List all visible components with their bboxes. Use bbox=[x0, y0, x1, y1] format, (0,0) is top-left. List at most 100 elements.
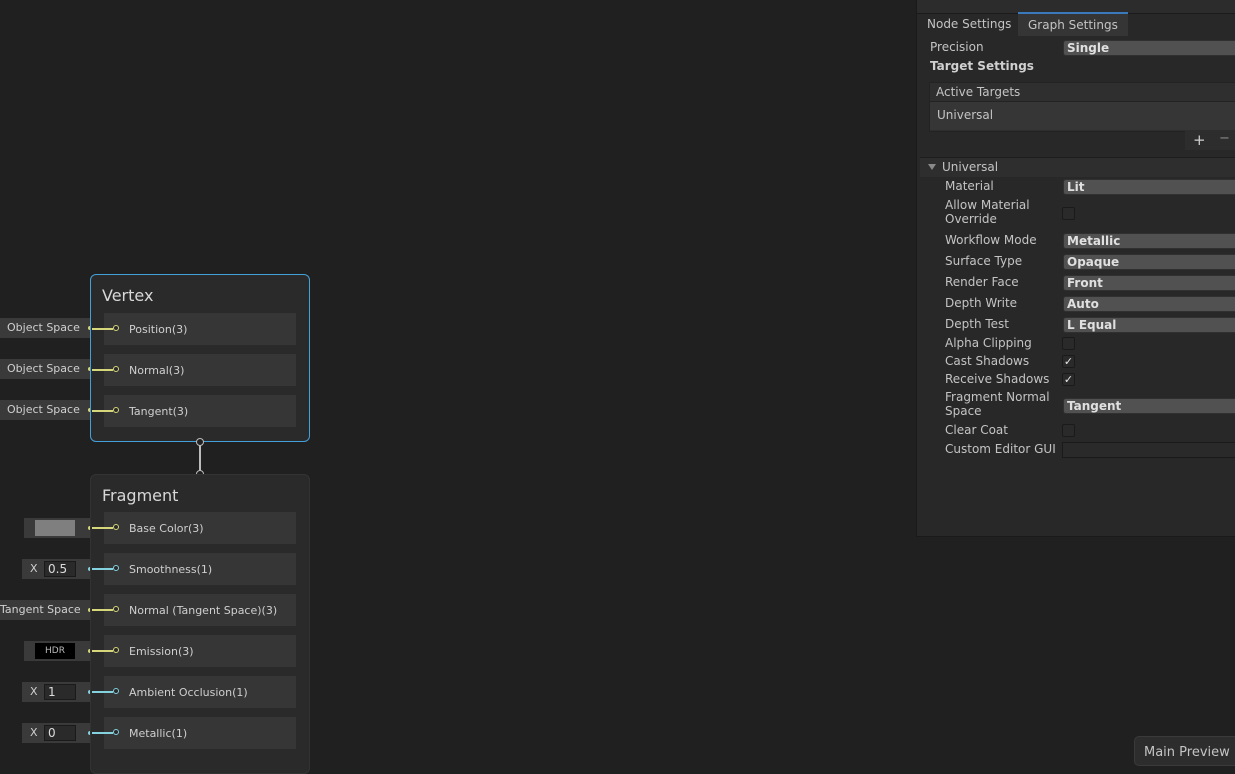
cast-shadows-label: Cast Shadows bbox=[945, 354, 1030, 368]
cast-shadows-checkbox[interactable]: ✓ bbox=[1062, 355, 1075, 368]
metallic-field[interactable]: 0 bbox=[44, 725, 76, 741]
foldout-label: Universal bbox=[942, 160, 999, 174]
emission-hdr-swatch[interactable]: HDR bbox=[35, 643, 75, 659]
emission-input[interactable]: HDR bbox=[24, 641, 98, 661]
vertex-position-input[interactable]: Object Space bbox=[0, 318, 98, 338]
universal-foldout[interactable]: Universal bbox=[920, 157, 1235, 177]
vertex-normal-input[interactable]: Object Space bbox=[0, 359, 98, 379]
vertex-node[interactable]: Vertex Position(3) Normal(3) Tangent(3) bbox=[90, 274, 310, 442]
check-icon: ✓ bbox=[1063, 373, 1074, 386]
fragment-normal-label: Fragment Normal bbox=[945, 390, 1050, 404]
port-label: Normal (Tangent Space)(3) bbox=[129, 604, 278, 617]
port-ambient-occlusion[interactable]: Ambient Occlusion(1) bbox=[92, 676, 296, 708]
add-button[interactable]: + bbox=[1193, 131, 1206, 149]
port-normal[interactable]: Normal(3) bbox=[92, 354, 296, 386]
base-color-swatch[interactable] bbox=[35, 520, 75, 536]
normal-space-input[interactable]: Tangent Space bbox=[0, 600, 98, 620]
tab-graph-settings[interactable]: Graph Settings bbox=[1018, 12, 1128, 36]
chip-label: Object Space bbox=[7, 403, 80, 416]
remove-button[interactable]: − bbox=[1219, 131, 1230, 146]
metallic-input[interactable]: X 0 bbox=[22, 723, 98, 743]
precision-dropdown[interactable]: Single bbox=[1063, 40, 1235, 56]
dropdown-value: Front bbox=[1067, 276, 1103, 290]
dropdown-value: Metallic bbox=[1067, 234, 1121, 248]
receive-shadows-checkbox[interactable]: ✓ bbox=[1062, 373, 1075, 386]
list-item[interactable]: Universal bbox=[930, 102, 1235, 130]
base-color-input[interactable] bbox=[24, 518, 98, 538]
allow-override-checkbox[interactable] bbox=[1062, 207, 1075, 220]
main-preview-tab[interactable]: Main Preview bbox=[1134, 736, 1235, 766]
port-label: Position(3) bbox=[129, 323, 188, 336]
surface-type-dropdown[interactable]: Opaque bbox=[1063, 254, 1235, 270]
axis-label: X bbox=[30, 726, 38, 739]
active-targets-list: Active Targets Universal bbox=[929, 82, 1235, 132]
graph-inspector: Node Settings Graph Settings Precision S… bbox=[916, 0, 1235, 537]
tab-node-settings[interactable]: Node Settings bbox=[917, 13, 1021, 35]
render-face-dropdown[interactable]: Front bbox=[1063, 275, 1235, 291]
port-connector[interactable] bbox=[113, 325, 119, 331]
port-tangent[interactable]: Tangent(3) bbox=[92, 395, 296, 427]
vertex-tangent-input[interactable]: Object Space bbox=[0, 400, 98, 420]
ambient-occlusion-input[interactable]: X 1 bbox=[22, 682, 98, 702]
dropdown-value: Lit bbox=[1067, 180, 1085, 194]
port-label: Base Color(3) bbox=[129, 522, 204, 535]
alpha-clipping-checkbox[interactable] bbox=[1062, 337, 1075, 350]
chip-label: Object Space bbox=[7, 362, 80, 375]
chip-label: Tangent Space bbox=[0, 603, 81, 616]
dropdown-value: Single bbox=[1067, 41, 1110, 55]
clear-coat-checkbox[interactable] bbox=[1062, 424, 1075, 437]
render-face-label: Render Face bbox=[945, 275, 1019, 289]
port-normal-tangent[interactable]: Normal (Tangent Space)(3) bbox=[92, 594, 296, 626]
clear-coat-label: Clear Coat bbox=[945, 423, 1008, 437]
list-item-label: Universal bbox=[937, 108, 994, 122]
port-connector[interactable] bbox=[113, 729, 119, 735]
smoothness-field[interactable]: 0.5 bbox=[44, 561, 76, 577]
workflow-mode-label: Workflow Mode bbox=[945, 233, 1037, 247]
custom-editor-gui-label: Custom Editor GUI bbox=[945, 442, 1056, 456]
depth-write-label: Depth Write bbox=[945, 296, 1018, 310]
port-wire bbox=[92, 328, 113, 330]
fragment-node[interactable]: Fragment Base Color(3) Smoothness(1) Nor… bbox=[90, 474, 310, 774]
port-connector[interactable] bbox=[113, 524, 119, 530]
ambient-occlusion-field[interactable]: 1 bbox=[44, 684, 76, 700]
depth-write-dropdown[interactable]: Auto bbox=[1063, 296, 1235, 312]
workflow-mode-dropdown[interactable]: Metallic bbox=[1063, 233, 1235, 249]
port-base-color[interactable]: Base Color(3) bbox=[92, 512, 296, 544]
smoothness-input[interactable]: X 0.5 bbox=[22, 559, 98, 579]
port-wire bbox=[92, 650, 113, 652]
fragment-node-title: Fragment bbox=[102, 486, 179, 505]
list-header-label: Active Targets bbox=[936, 85, 1021, 99]
port-metallic[interactable]: Metallic(1) bbox=[92, 717, 296, 749]
port-position[interactable]: Position(3) bbox=[92, 313, 296, 345]
active-targets-header: Active Targets bbox=[930, 83, 1235, 102]
port-emission[interactable]: Emission(3) bbox=[92, 635, 296, 667]
port-smoothness[interactable]: Smoothness(1) bbox=[92, 553, 296, 585]
surface-type-label: Surface Type bbox=[945, 254, 1023, 268]
check-icon: ✓ bbox=[1063, 355, 1074, 368]
port-connector[interactable] bbox=[113, 407, 119, 413]
vertex-out-connector[interactable] bbox=[196, 438, 204, 446]
allow-override-label: Allow Material bbox=[945, 198, 1030, 212]
fragment-normal-dropdown[interactable]: Tangent bbox=[1063, 398, 1235, 414]
custom-editor-gui-field[interactable] bbox=[1062, 442, 1235, 458]
port-wire bbox=[92, 527, 113, 529]
material-dropdown[interactable]: Lit bbox=[1063, 179, 1235, 195]
port-connector[interactable] bbox=[113, 565, 119, 571]
main-preview-label: Main Preview bbox=[1144, 745, 1230, 760]
dropdown-value: L Equal bbox=[1067, 318, 1117, 332]
list-footer: + − bbox=[1185, 130, 1235, 150]
port-connector[interactable] bbox=[113, 366, 119, 372]
port-wire bbox=[92, 609, 113, 611]
port-wire bbox=[92, 691, 113, 693]
port-wire bbox=[92, 410, 113, 412]
port-label: Metallic(1) bbox=[129, 727, 188, 740]
port-connector[interactable] bbox=[113, 647, 119, 653]
target-settings-heading: Target Settings bbox=[930, 59, 1034, 73]
port-wire bbox=[92, 369, 113, 371]
depth-test-dropdown[interactable]: L Equal bbox=[1063, 317, 1235, 333]
dropdown-value: Opaque bbox=[1067, 255, 1120, 269]
port-label: Ambient Occlusion(1) bbox=[129, 686, 248, 699]
port-connector[interactable] bbox=[113, 606, 119, 612]
port-connector[interactable] bbox=[113, 688, 119, 694]
triangle-down-icon bbox=[928, 164, 936, 170]
